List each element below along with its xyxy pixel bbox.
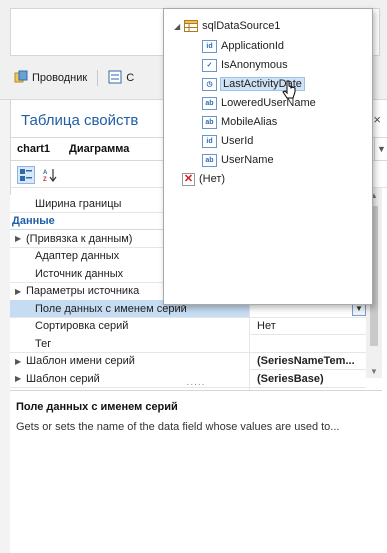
field-item[interactable]: ✓ IsAnonymous xyxy=(164,56,374,74)
property-name-text: Адаптер данных xyxy=(35,250,120,262)
datasource-table-icon xyxy=(184,20,199,32)
tree-root-datasource[interactable]: ◢ sqlDataSource1 xyxy=(164,17,374,35)
property-name-text: Параметры источника xyxy=(26,285,140,297)
toolbar-separator xyxy=(97,70,99,86)
field-item[interactable]: ab UserName xyxy=(164,151,374,169)
expand-arrow-icon[interactable]: ▶ xyxy=(15,234,21,243)
property-name-text: (Привязка к данным) xyxy=(26,232,133,245)
property-value[interactable]: (SeriesNameTem... xyxy=(251,353,366,370)
property-name: Сортировка серий xyxy=(10,317,250,335)
property-value[interactable]: Нет xyxy=(251,318,366,335)
categorized-button[interactable] xyxy=(17,166,35,184)
property-row[interactable]: ▶ Шаблон имени серий (SeriesNameTem... xyxy=(10,352,366,370)
property-name-text: Источник данных xyxy=(35,267,124,280)
property-name-text: Сортировка серий xyxy=(35,320,129,332)
property-name-text: Ширина границы xyxy=(35,197,122,210)
field-item[interactable]: ab LoweredUserName xyxy=(164,94,374,112)
none-icon: ✕ xyxy=(182,172,195,186)
description-splitter[interactable]: ..... xyxy=(10,377,382,388)
data-member-dropdown: ◢ sqlDataSource1 id ApplicationId ✓ IsAnony… xyxy=(163,8,373,305)
property-name: ▶ Шаблон имени серий xyxy=(10,352,250,370)
field-item[interactable]: id UserId xyxy=(164,132,374,150)
ab-field-icon: ab xyxy=(202,153,217,167)
expand-arrow-icon[interactable]: ▶ xyxy=(15,357,21,366)
alphabetical-button[interactable]: A Z xyxy=(41,166,59,184)
datasource-label: sqlDataSource1 xyxy=(202,20,281,32)
check-field-icon: ✓ xyxy=(202,58,217,72)
none-item[interactable]: ✕ (Нет) xyxy=(164,170,374,188)
id-field-icon: id xyxy=(202,39,217,53)
explorer-button[interactable]: Проводник xyxy=(8,67,93,89)
field-item[interactable]: id ApplicationId xyxy=(164,37,374,55)
second-toolbar-button[interactable]: С xyxy=(102,67,140,89)
field-label: UserId xyxy=(221,135,254,147)
categorized-icon xyxy=(20,169,32,181)
field-label: UserName xyxy=(221,154,274,166)
explorer-label: Проводник xyxy=(32,72,88,84)
field-item[interactable]: ◷ LastActivityDate xyxy=(164,75,374,93)
field-label: ApplicationId xyxy=(221,40,284,52)
field-item[interactable]: ab MobileAlias xyxy=(164,113,374,131)
field-list-icon xyxy=(108,70,122,87)
property-row[interactable]: Сортировка серий Нет xyxy=(10,317,366,335)
ab-field-icon: ab xyxy=(202,115,217,129)
property-name: Тег xyxy=(10,335,250,352)
id-field-icon: id xyxy=(202,134,217,148)
description-title: Поле данных с именем серий xyxy=(16,401,178,413)
property-name-text: Тег xyxy=(35,337,52,350)
field-label: MobileAlias xyxy=(221,116,278,128)
properties-title: Таблица свойств xyxy=(21,112,139,129)
description-panel: Поле данных с именем серий Gets or sets … xyxy=(10,390,382,553)
sort-az-icon: A Z xyxy=(43,169,57,182)
property-row[interactable]: Тег xyxy=(10,335,366,353)
scroll-down-icon[interactable]: ▼ xyxy=(366,364,382,378)
object-type: Диаграмма xyxy=(69,143,130,155)
category-label: Данные xyxy=(12,214,55,227)
collapse-arrow-icon[interactable]: ◢ xyxy=(174,22,180,31)
chevron-down-icon[interactable]: ▼ xyxy=(374,138,387,160)
explorer-icon xyxy=(14,70,28,87)
object-name: chart1 xyxy=(17,143,51,155)
mouse-cursor-icon xyxy=(282,80,296,99)
svg-text:A: A xyxy=(43,170,48,176)
property-value[interactable] xyxy=(251,335,366,352)
expand-arrow-icon[interactable]: ▶ xyxy=(15,287,21,296)
ab-field-icon: ab xyxy=(202,96,217,110)
clock-field-icon: ◷ xyxy=(202,77,217,91)
none-label: (Нет) xyxy=(199,173,226,185)
description-text: Gets or sets the name of the data field … xyxy=(16,421,340,433)
second-toolbar-label: С xyxy=(126,72,135,84)
field-label: LoweredUserName xyxy=(221,97,316,109)
property-name-text: Шаблон имени серий xyxy=(26,355,135,367)
close-icon[interactable]: × xyxy=(373,112,381,127)
svg-text:Z: Z xyxy=(43,177,47,182)
field-label: IsAnonymous xyxy=(221,59,288,71)
